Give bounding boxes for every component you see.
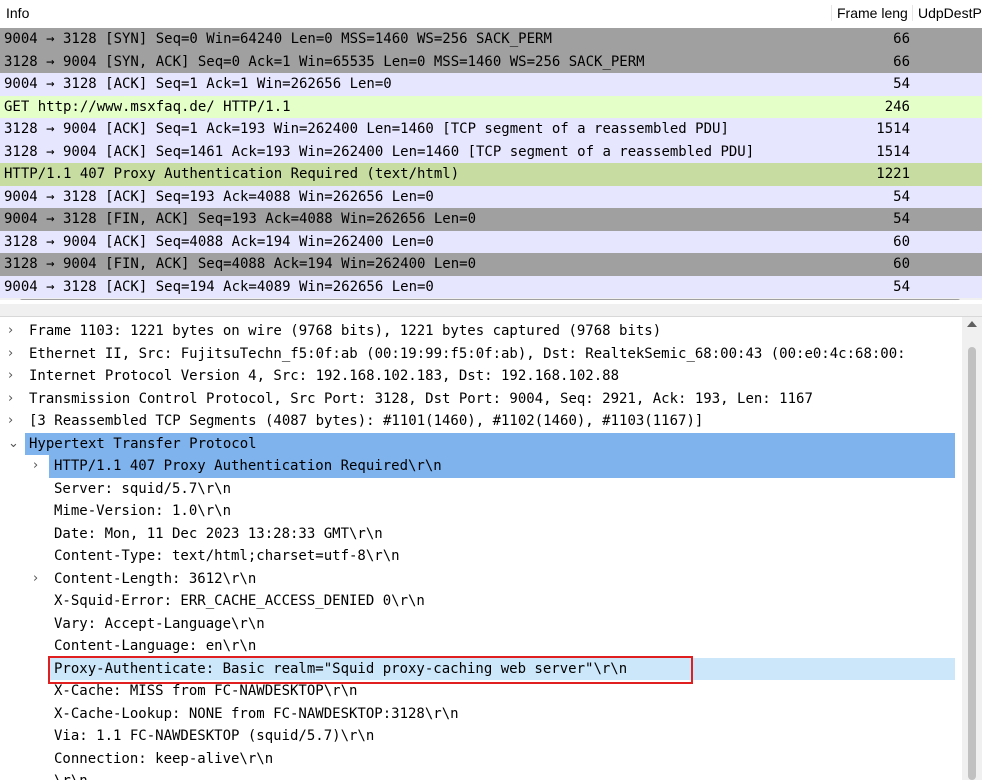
tree-node[interactable]: X-Cache-Lookup: NONE from FC-NAWDESKTOP:… [0,703,955,726]
chevron-right-icon[interactable]: › [8,365,13,387]
chevron-right-icon[interactable]: › [8,320,13,342]
tree-node-label: Transmission Control Protocol, Src Port:… [29,390,813,407]
packet-info: 9004 → 3128 [SYN] Seq=0 Win=64240 Len=0 … [4,31,552,47]
scroll-up-arrow-icon[interactable] [967,321,977,327]
tree-node[interactable]: › Transmission Control Protocol, Src Port… [0,388,955,411]
packet-info: 3128 → 9004 [ACK] Seq=1461 Ack=193 Win=2… [4,143,755,160]
packet-rows: 9004 → 3128 [SYN] Seq=0 Win=64240 Len=0 … [0,28,982,298]
tree-node[interactable]: › HTTP/1.1 407 Proxy Authentication Requi… [33,455,955,478]
packet-frame-length: 246 [884,98,910,115]
tree-node[interactable]: Date: Mon, 11 Dec 2023 13:28:33 GMT\r\n [0,523,955,546]
chevron-right-icon[interactable]: › [33,568,38,590]
highlight-box [48,656,693,684]
packet-row[interactable]: 9004 → 3128 [SYN] Seq=0 Win=64240 Len=0 … [0,28,982,51]
tree-node[interactable]: Content-Language: en\r\n [0,635,955,658]
packet-row[interactable]: 3128 → 9004 [ACK] Seq=1 Ack=193 Win=2624… [0,118,982,141]
tree-node-label: HTTP/1.1 407 Proxy Authentication Requir… [54,458,442,474]
tree-node-label: X-Squid-Error: ERR_CACHE_ACCESS_DENIED 0… [54,593,425,609]
tree-node[interactable]: Vary: Accept-Language\r\n [0,613,955,636]
packet-frame-length: 66 [893,53,910,70]
packet-info: 9004 → 3128 [ACK] Seq=193 Ack=4088 Win=2… [4,188,434,205]
packet-row[interactable]: 3128 → 9004 [ACK] Seq=1461 Ack=193 Win=2… [0,140,982,163]
packet-info: 3128 → 9004 [ACK] Seq=1 Ack=193 Win=2624… [4,121,729,137]
tree-node[interactable]: › Internet Protocol Version 4, Src: 192.1… [0,365,955,388]
tree-node[interactable]: › [3 Reassembled TCP Segments (4087 bytes… [0,410,955,433]
tree-node-label: Date: Mon, 11 Dec 2023 13:28:33 GMT\r\n [54,525,383,542]
tree-node-label: Vary: Accept-Language\r\n [54,615,265,632]
horizontal-scrollbar[interactable] [0,298,982,300]
tree-node[interactable]: \r\n [0,770,955,780]
packet-info: 9004 → 3128 [ACK] Seq=194 Ack=4089 Win=2… [4,278,434,295]
tree-node-label: Content-Language: en\r\n [54,638,257,654]
tree-node[interactable]: › Ethernet II, Src: FujitsuTechn_f5:0f:ab… [0,343,955,366]
scrollbar-thumb[interactable] [20,299,960,300]
packet-info: 3128 → 9004 [ACK] Seq=4088 Ack=194 Win=2… [4,233,434,250]
tree-node-label: Mime-Version: 1.0\r\n [54,503,232,519]
packet-info: GET http://www.msxfaq.de/ HTTP/1.1 [4,98,291,115]
column-header-udp-dest-port[interactable]: UdpDestP [912,5,982,21]
scrollbar-thumb[interactable] [968,347,976,780]
tree-node[interactable]: › Content-Length: 3612\r\n [0,568,955,591]
packet-list-header: Info Frame leng UdpDestP [0,0,982,28]
packet-frame-length: 1221 [876,166,910,182]
tree-node[interactable]: X-Squid-Error: ERR_CACHE_ACCESS_DENIED 0… [0,590,955,613]
chevron-right-icon[interactable]: › [8,410,13,432]
tree-node-label: Content-Length: 3612\r\n [54,570,257,587]
packet-row[interactable]: 9004 → 3128 [ACK] Seq=194 Ack=4089 Win=2… [0,275,982,298]
packet-info: 9004 → 3128 [FIN, ACK] Seq=193 Ack=4088 … [4,211,477,227]
tree-node[interactable]: Connection: keep-alive\r\n [0,748,955,771]
packet-frame-length: 60 [893,233,910,250]
packet-row[interactable]: GET http://www.msxfaq.de/ HTTP/1.1 246 [0,95,982,118]
packet-info: 3128 → 9004 [FIN, ACK] Seq=4088 Ack=194 … [4,256,477,272]
tree-node-label: Frame 1103: 1221 bytes on wire (9768 bit… [29,323,662,339]
packet-row[interactable]: 9004 → 3128 [ACK] Seq=193 Ack=4088 Win=2… [0,185,982,208]
tree-node-label: Internet Protocol Version 4, Src: 192.16… [29,368,620,384]
packet-info: 3128 → 9004 [SYN, ACK] Seq=0 Ack=1 Win=6… [4,53,645,70]
chevron-right-icon[interactable]: › [8,388,13,410]
column-header-info[interactable]: Info [6,5,29,21]
packet-info: 9004 → 3128 [ACK] Seq=1 Ack=1 Win=262656… [4,76,392,92]
tree-node[interactable]: ⌄ Hypertext Transfer Protocol [8,432,955,455]
packet-details-tree[interactable]: › Frame 1103: 1221 bytes on wire (9768 bi… [0,317,982,780]
packet-row[interactable]: 3128 → 9004 [FIN, ACK] Seq=4088 Ack=194 … [0,253,982,276]
tree-node[interactable]: Via: 1.1 FC-NAWDESKTOP (squid/5.7)\r\n [0,725,955,748]
packet-frame-length: 66 [893,31,910,47]
packet-row[interactable]: HTTP/1.1 407 Proxy Authentication Requir… [0,163,982,186]
tree-node-label: Server: squid/5.7\r\n [54,480,232,497]
tree-node[interactable]: Mime-Version: 1.0\r\n [0,500,955,523]
pane-splitter[interactable] [0,304,982,317]
vertical-scrollbar[interactable] [962,317,982,780]
packet-frame-length: 1514 [876,143,910,160]
chevron-right-icon[interactable]: › [8,343,13,365]
tree-node-label: Hypertext Transfer Protocol [29,435,257,452]
tree-node[interactable]: › Frame 1103: 1221 bytes on wire (9768 bi… [0,320,955,343]
packet-row[interactable]: 9004 → 3128 [ACK] Seq=1 Ack=1 Win=262656… [0,73,982,96]
packet-row[interactable]: 3128 → 9004 [SYN, ACK] Seq=0 Ack=1 Win=6… [0,50,982,73]
packet-info: HTTP/1.1 407 Proxy Authentication Requir… [4,166,460,182]
tree-node-label: [3 Reassembled TCP Segments (4087 bytes)… [29,413,704,429]
packet-frame-length: 54 [893,278,910,295]
packet-frame-length: 1514 [876,121,910,137]
tree-node-label: Content-Type: text/html;charset=utf-8\r\… [54,548,400,564]
tree-node-label: Ethernet II, Src: FujitsuTechn_f5:0f:ab … [29,345,906,362]
tree-node-label: X-Cache-Lookup: NONE from FC-NAWDESKTOP:… [54,705,459,722]
column-header-frame-length[interactable]: Frame leng [831,5,908,21]
chevron-right-icon[interactable]: › [33,455,38,477]
tree-node-label: Connection: keep-alive\r\n [54,750,274,767]
packet-frame-length: 54 [893,211,910,227]
packet-frame-length: 54 [893,76,910,92]
tree-node-label: \r\n [54,770,88,780]
packet-frame-length: 54 [893,188,910,205]
packet-list[interactable]: Info Frame leng UdpDestP 9004 → 3128 [SY… [0,0,982,300]
tree-node-label: Via: 1.1 FC-NAWDESKTOP (squid/5.7)\r\n [54,728,375,744]
packet-row[interactable]: 3128 → 9004 [ACK] Seq=4088 Ack=194 Win=2… [0,230,982,253]
tree-node[interactable]: Content-Type: text/html;charset=utf-8\r\… [0,545,955,568]
tree-node[interactable]: Server: squid/5.7\r\n [0,478,955,501]
packet-frame-length: 60 [893,256,910,272]
packet-row[interactable]: 9004 → 3128 [FIN, ACK] Seq=193 Ack=4088 … [0,208,982,231]
chevron-down-icon[interactable]: ⌄ [8,433,19,455]
